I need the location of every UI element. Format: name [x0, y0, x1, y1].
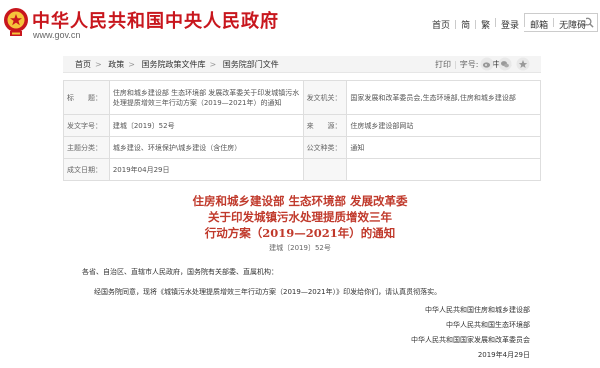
article-doc-number: 建城〔2019〕52号 — [269, 244, 331, 252]
issuer-label: 发文机关： — [302, 80, 348, 115]
article-addressee: 各省、自治区、直辖市人民政府，国务院有关部委、直属机构： — [82, 268, 278, 276]
font-size-label: 字号: — [459, 60, 479, 69]
article-body: 经国务院同意，现将《城镇污水处理提质增效三年行动方案（2019—2021年）》印… — [94, 288, 442, 296]
nav-simplified[interactable]: 简 — [461, 18, 470, 31]
type-label: 公文种类： — [302, 136, 348, 159]
topic-value: 城乡建设、环境保护\城乡建设（含住房） — [108, 136, 304, 159]
article-date: 2019年4月29日 — [477, 351, 530, 359]
docno-value: 建城〔2019〕52号 — [108, 114, 304, 137]
national-emblem-icon[interactable] — [3, 6, 29, 38]
qzone-share-icon[interactable] — [516, 57, 530, 71]
crumb-library[interactable]: 国务院政策文件库 — [142, 60, 206, 69]
article-title-line-3: 行动方案（2019—2021年）的通知 — [204, 226, 396, 240]
source-value: 住房城乡建设部网站 — [346, 114, 541, 137]
crumb-policy[interactable]: 政策 — [108, 60, 124, 69]
source-label: 来 源： — [302, 114, 348, 137]
nav-login-visible[interactable]: 登录 — [501, 18, 519, 31]
topic-label: 主题分类： — [63, 136, 110, 159]
signatory-2: 中华人民共和国生态环境部 — [446, 321, 530, 329]
docno-label: 发文字号： — [63, 114, 110, 137]
nav-mail-visible[interactable]: 邮箱 — [530, 18, 548, 31]
date-label: 成文日期： — [63, 158, 110, 181]
issuer-value: 国家发展和改革委员会,生态环境部,住房和城乡建设部 — [346, 80, 541, 115]
article-title-line-1: 住房和城乡建设部 生态环境部 发展改革委 — [192, 194, 408, 208]
crumb-dept-docs[interactable]: 国务院部门文件 — [223, 60, 279, 69]
site-url: www.gov.cn — [33, 30, 81, 40]
subject-label: 标 题： — [63, 80, 110, 115]
print-link[interactable]: 打印 — [435, 59, 451, 70]
article-title-line-2: 关于印发城镇污水处理提质增效三年 — [208, 210, 392, 224]
breadcrumb: 首页 > 政策 > 国务院政策文件库 > 国务院部门文件 — [75, 60, 279, 69]
signatory-3: 中华人民共和国国家发展和改革委员会 — [411, 336, 530, 344]
crumb-home[interactable]: 首页 — [75, 60, 91, 69]
weibo-share-icon[interactable] — [480, 57, 494, 71]
signatory-1: 中华人民共和国住房和城乡建设部 — [425, 306, 530, 314]
nav-accessibility-visible[interactable]: 无障碍 — [559, 18, 586, 31]
nav-home[interactable]: 首页 — [432, 18, 450, 31]
breadcrumb-bar: 首页> 政策> 国务院政策文件库> 国务院部门文件 打印 | 字号: 大 中 小 — [63, 56, 541, 73]
nav-traditional[interactable]: 繁 — [481, 18, 490, 31]
document-info-table: 标 题： 住房和城乡建设部 生态环境部 发展改革委关于印发城镇污水处理提质增效三… — [63, 80, 541, 181]
wechat-share-icon[interactable] — [498, 57, 512, 71]
subject-value: 住房和城乡建设部 生态环境部 发展改革委关于印发城镇污水处理提质增效三年行动方案… — [108, 80, 304, 115]
empty-cell — [346, 158, 541, 181]
account-nav: | 登录 | 邮箱 | 无障碍 — [490, 18, 587, 31]
type-value: 通知 — [346, 136, 541, 159]
empty-cell — [302, 158, 348, 181]
date-value: 2019年04月29日 — [108, 158, 304, 181]
